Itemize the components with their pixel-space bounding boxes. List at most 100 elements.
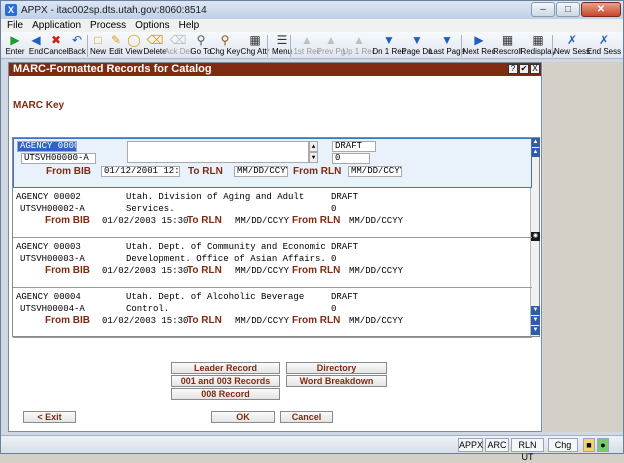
agency-text: AGENCY 00004 xyxy=(16,292,81,302)
toolbar-enter-button[interactable]: ▶ Enter xyxy=(3,32,27,59)
toolbar-end-button[interactable]: ◀ End xyxy=(28,32,44,59)
word-breakdown-button[interactable]: Word Breakdown xyxy=(286,375,387,387)
view-icon: ◯ xyxy=(127,33,141,47)
toolbar-1st-rec-button[interactable]: ▲ 1st Rec xyxy=(293,32,320,59)
ok-button[interactable]: OK xyxy=(211,411,275,423)
description-line2: Development. Office of Asian Affairs. xyxy=(126,254,326,264)
count-text: 0 xyxy=(331,304,337,314)
toolbar-chg-key-button[interactable]: ⚲ Chg Key xyxy=(210,32,241,59)
record-008-button[interactable]: 008 Record xyxy=(171,388,280,400)
toolbar-rescroll-button[interactable]: ▦ Rescroll xyxy=(493,32,522,59)
status-field[interactable]: DRAFT xyxy=(332,141,376,152)
toolbar-label: Go To xyxy=(190,47,212,56)
toolbar-delete-button[interactable]: ⌫ Delete xyxy=(143,32,166,59)
appx-logo-icon: X xyxy=(5,4,17,16)
toolbar-separator xyxy=(290,35,291,57)
toolbar-ack-del-button[interactable]: ⌫ Ack Del xyxy=(164,32,192,59)
menu-process[interactable]: Process xyxy=(90,20,126,31)
to-rln-label: To RLN xyxy=(187,215,222,226)
menu-file[interactable]: File xyxy=(7,20,23,31)
id-text: UTSVH00004-A xyxy=(20,304,85,314)
from-bib-label: From BIB xyxy=(45,315,90,326)
toolbar-label: Next Rec xyxy=(462,47,496,56)
to-rln-label: To RLN xyxy=(187,315,222,326)
toolbar-label: End xyxy=(28,47,44,56)
toolbar-back-button[interactable]: ↶ Back xyxy=(67,32,87,59)
app-window: X APPX - itac002sp.dts.utah.gov:8060:851… xyxy=(0,0,624,462)
count-field[interactable]: 0 xyxy=(332,153,370,164)
scroll-down-icon[interactable]: ▼ xyxy=(531,306,540,315)
check-button[interactable]: ✔ xyxy=(519,64,529,74)
description-field[interactable] xyxy=(127,141,309,163)
enter-icon: ▶ xyxy=(10,33,20,47)
from-rln-value: MM/DD/CCYY xyxy=(349,316,404,326)
record-row[interactable]: AGENCY 00003 UTSVH00003-A Utah. Dept. of C… xyxy=(13,238,532,288)
menu-application[interactable]: Application xyxy=(32,20,81,31)
binoculars-icon[interactable]: ◉ xyxy=(531,232,540,241)
form-close-button[interactable]: X xyxy=(530,64,540,74)
menu-help[interactable]: Help xyxy=(179,20,200,31)
from-bib-value: 01/02/2003 15:30 xyxy=(102,216,189,226)
toolbar-dn-1-rec-button[interactable]: ▼ Dn 1 Rec xyxy=(372,32,405,59)
toolbar-next-rec-button[interactable]: ▶ Next Rec xyxy=(462,32,496,59)
id-field[interactable]: UTSVH00000-A xyxy=(21,153,96,164)
toolbar-view-button[interactable]: ◯ View xyxy=(125,32,143,59)
toolbar-label: Back xyxy=(68,47,86,56)
agency-field[interactable]: AGENCY 00000 xyxy=(17,141,77,152)
toolbar-label: Cancel xyxy=(43,47,69,56)
directory-button[interactable]: Directory xyxy=(286,362,387,374)
toolbar-page-dn-button[interactable]: ▼ Page Dn xyxy=(401,32,432,59)
help-button[interactable]: ? xyxy=(508,64,518,74)
rescroll-icon: ▦ xyxy=(501,33,514,47)
toolbar-label: New xyxy=(90,47,107,56)
record-row[interactable]: AGENCY 00000UTSVH00000-A ▲▼ DRAFT0 01/12/20… xyxy=(13,138,532,188)
exit-button[interactable]: < Exit xyxy=(23,411,76,423)
toolbar-new-sess-button[interactable]: ✗ New Sess xyxy=(554,32,590,59)
toolbar-label: View xyxy=(125,47,143,56)
toolbar-last-page-button[interactable]: ▼ Last Page xyxy=(429,32,465,59)
scroll-top-icon[interactable]: ▲ xyxy=(531,138,540,147)
back-icon: ↶ xyxy=(71,33,83,47)
close-window-button[interactable]: ✕ xyxy=(581,2,621,17)
toolbar-label: Ack Del xyxy=(164,47,192,56)
form-title: MARC-Formatted Records for Catalog xyxy=(9,63,541,76)
scroll-page-up-icon[interactable]: ▲ xyxy=(531,148,540,157)
toolbar-go-to-button[interactable]: ⚲ Go To xyxy=(190,32,212,59)
right-pane xyxy=(543,62,623,432)
status-text: DRAFT xyxy=(331,242,359,252)
toolbar-up-1-rec-button[interactable]: ▲ Up 1 Rec xyxy=(342,32,376,59)
to-rln-value: MM/DD/CCYY xyxy=(235,266,290,276)
toolbar-edit-button[interactable]: ✎ Edit xyxy=(108,32,124,59)
toolbar-label: Up 1 Rec xyxy=(342,47,376,56)
toolbar-redisplay-button[interactable]: ▦ Redisplay xyxy=(520,32,555,59)
records-001-003-button[interactable]: 001 and 003 Records xyxy=(171,375,280,387)
toolbar-chg-attr-button[interactable]: ▦ Chg Attr xyxy=(240,32,270,59)
record-list: ▲ ▲ ◉ ▼ ▼ ▼ AGENCY 00000UTSVH00000-A▲▼DR… xyxy=(12,137,540,338)
from-rln-label: From RLN xyxy=(292,215,341,226)
toolbar-end-sess-button[interactable]: ✗ End Sess xyxy=(587,32,621,59)
toolbar-label: Chg Attr xyxy=(240,47,270,56)
to-rln-value: MM/DD/CCYY xyxy=(235,316,290,326)
window-title: APPX - itac002sp.dts.utah.gov:8060:8514 xyxy=(21,4,207,16)
record-row[interactable]: AGENCY 00002 UTSVH00002-A Utah. Division o… xyxy=(13,188,532,238)
marc-key-label: MARC Key xyxy=(13,100,65,111)
cancel-button[interactable]: Cancel xyxy=(280,411,333,423)
textarea-scroll-up-icon[interactable]: ▲ xyxy=(309,141,318,152)
leader-record-button[interactable]: Leader Record xyxy=(171,362,280,374)
toolbar-cancel-button[interactable]: ✖ Cancel xyxy=(43,32,69,59)
textarea-scroll-down-icon[interactable]: ▼ xyxy=(309,152,318,163)
minimize-button[interactable]: – xyxy=(531,2,555,17)
from-rln-label: From RLN xyxy=(292,265,341,276)
scroll-page-down-icon[interactable]: ▼ xyxy=(531,316,540,325)
toolbar-prev-pg-button[interactable]: ▲ Prev Pg xyxy=(317,32,345,59)
maximize-button[interactable]: □ xyxy=(556,2,580,17)
menu-bar: File Application Process Options Help xyxy=(1,19,623,32)
scroll-bottom-icon[interactable]: ▼ xyxy=(531,326,540,335)
record-row[interactable]: AGENCY 00004 UTSVH00004-A Utah. Dept. of A… xyxy=(13,288,532,338)
new-sess-icon: ✗ xyxy=(566,33,578,47)
from-bib-field[interactable]: 01/12/2001 12:15 xyxy=(101,166,180,177)
menu-options[interactable]: Options xyxy=(135,20,169,31)
toolbar-new-button[interactable]: □ New xyxy=(90,32,106,59)
from-rln-field[interactable]: MM/DD/CCYY xyxy=(348,166,402,177)
to-rln-field[interactable]: MM/DD/CCYY xyxy=(234,166,288,177)
